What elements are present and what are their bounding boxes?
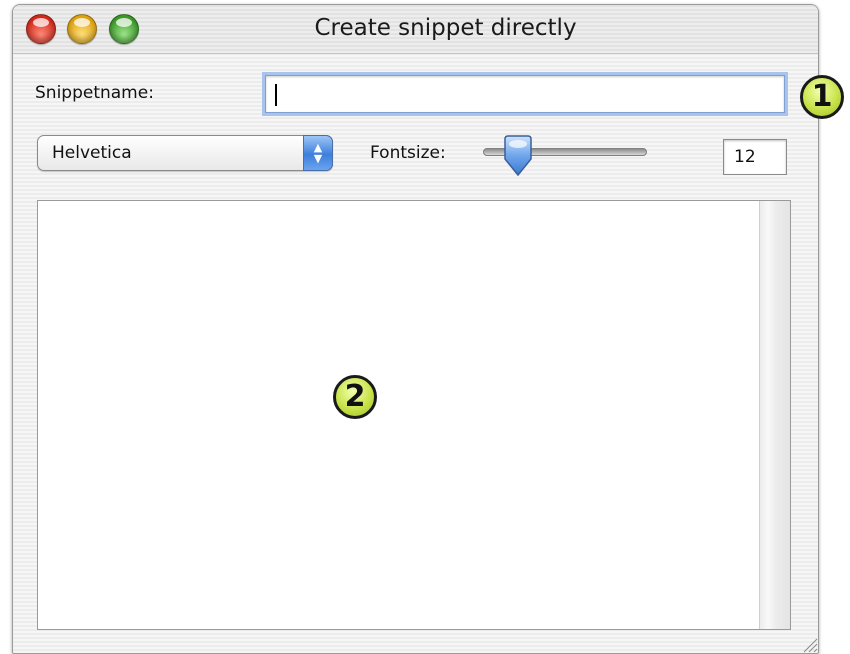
font-popup-button[interactable]: Helvetica ▲ ▼ <box>37 135 333 171</box>
title-bar[interactable]: Create snippet directly <box>13 5 818 54</box>
fontsize-label: Fontsize: <box>370 143 446 163</box>
up-down-arrows-icon: ▲ ▼ <box>303 135 333 171</box>
fontsize-value: 12 <box>734 147 756 167</box>
annotation-badge-2: 2 <box>333 375 377 419</box>
resize-grip-icon[interactable] <box>798 633 818 653</box>
snippet-name-input[interactable] <box>265 75 785 113</box>
text-caret <box>275 84 277 106</box>
snippet-text-area[interactable] <box>37 200 791 630</box>
font-popup-label: Helvetica <box>52 143 132 163</box>
fontsize-slider-thumb[interactable] <box>501 135 535 177</box>
fontsize-field[interactable]: 12 <box>723 139 787 175</box>
vertical-scrollbar[interactable] <box>759 201 790 629</box>
snippet-name-label: Snippetname: <box>35 83 154 103</box>
create-snippet-window: Create snippet directly Snippetname: Hel… <box>12 4 819 654</box>
annotation-badge-1: 1 <box>800 75 844 119</box>
window-title: Create snippet directly <box>314 15 577 41</box>
